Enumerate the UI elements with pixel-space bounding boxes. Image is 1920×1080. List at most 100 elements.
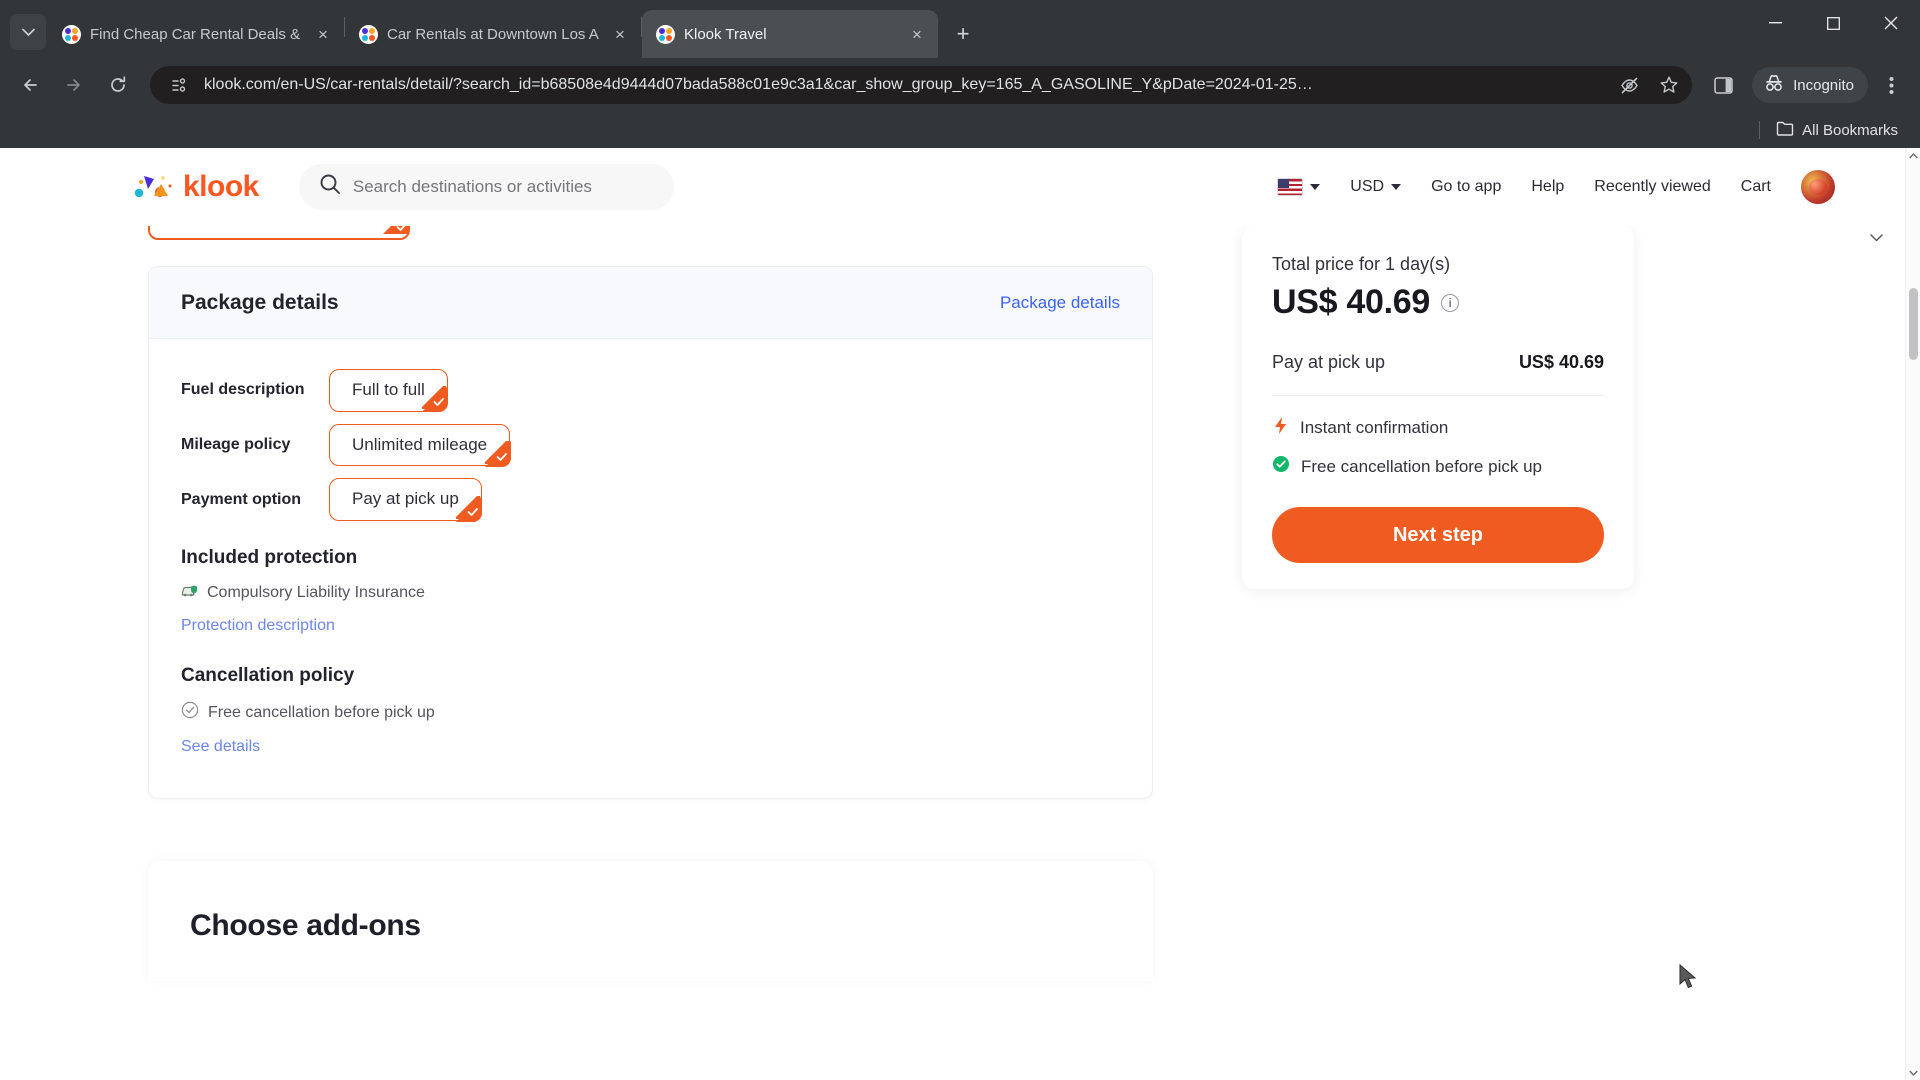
eye-slash-icon[interactable] bbox=[1614, 70, 1644, 100]
selected-check-corner-icon bbox=[456, 495, 483, 522]
cancellation-policy-text: Free cancellation before pick up bbox=[208, 703, 435, 721]
selected-check-corner-icon bbox=[383, 226, 409, 239]
klook-favicon bbox=[656, 24, 675, 44]
three-dot-menu-icon[interactable] bbox=[1872, 66, 1910, 104]
price-summary-card: Total price for 1 day(s) US$ 40.69 i Pay… bbox=[1242, 226, 1634, 589]
option-label: Mileage policy bbox=[181, 436, 291, 454]
tab-search-button[interactable] bbox=[10, 14, 46, 50]
search-input[interactable]: Search destinations or activities bbox=[298, 163, 674, 210]
clipped-option-card-above bbox=[148, 226, 1153, 244]
selected-check-corner-icon bbox=[422, 386, 449, 413]
left-column: Package details Package details Fuel des… bbox=[130, 226, 1190, 982]
incognito-indicator[interactable]: Incognito bbox=[1752, 67, 1868, 103]
option-row-mileage: Mileage policy Unlimited mileage bbox=[181, 423, 1120, 467]
star-icon[interactable] bbox=[1654, 70, 1684, 100]
klook-page: klook Search destinations or activities … bbox=[0, 148, 1905, 1080]
total-price-label: Total price for 1 day(s) bbox=[1272, 254, 1451, 274]
klook-favicon bbox=[359, 24, 378, 44]
option-label: Fuel description bbox=[181, 381, 305, 399]
included-protection-title: Included protection bbox=[181, 547, 358, 569]
total-price-amount: US$ 40.69 bbox=[1272, 283, 1430, 321]
package-details-title: Package details bbox=[181, 290, 339, 314]
benefit-free-cancellation: Free cancellation before pick up bbox=[1272, 455, 1604, 478]
benefit-instant-confirmation: Instant confirmation bbox=[1272, 416, 1604, 440]
bookmarks-bar: All Bookmarks bbox=[0, 112, 1920, 148]
cancellation-policy-item: Free cancellation before pick up bbox=[181, 701, 1120, 724]
option-row-payment: Payment option Pay at pick up bbox=[181, 478, 1120, 522]
folder-icon bbox=[1776, 121, 1794, 140]
close-window-icon[interactable] bbox=[1862, 0, 1920, 46]
nav-go-to-app[interactable]: Go to app bbox=[1431, 178, 1501, 196]
total-price-amount-row: US$ 40.69 i bbox=[1272, 283, 1604, 322]
nav-recently-viewed[interactable]: Recently viewed bbox=[1594, 178, 1711, 196]
tab-strip: Find Cheap Car Rental Deals & × Car Rent… bbox=[0, 0, 1920, 58]
klook-logo-text: klook bbox=[183, 169, 259, 203]
tab-title: Klook Travel bbox=[684, 25, 767, 43]
section-collapse-caret-icon[interactable] bbox=[1870, 230, 1883, 245]
pay-at-pickup-row: Pay at pick up US$ 40.69 bbox=[1272, 352, 1604, 373]
klook-logo[interactable]: klook bbox=[130, 170, 259, 204]
option-chip-mileage[interactable]: Unlimited mileage bbox=[329, 423, 511, 467]
close-icon[interactable]: × bbox=[312, 23, 334, 45]
close-icon[interactable]: × bbox=[609, 23, 631, 45]
check-circle-filled-icon bbox=[1272, 455, 1290, 478]
page-viewport: klook Search destinations or activities … bbox=[0, 148, 1920, 1080]
package-details-link[interactable]: Package details bbox=[1000, 293, 1120, 313]
scroll-up-arrow[interactable] bbox=[1906, 148, 1920, 163]
minimize-icon[interactable] bbox=[1746, 0, 1804, 46]
us-flag-icon bbox=[1277, 177, 1304, 196]
nav-help[interactable]: Help bbox=[1531, 178, 1564, 196]
browser-window: Find Cheap Car Rental Deals & × Car Rent… bbox=[0, 0, 1920, 1080]
reload-icon[interactable] bbox=[98, 65, 138, 105]
clipped-selected-chip[interactable] bbox=[148, 226, 410, 240]
incognito-hat-icon bbox=[1763, 74, 1785, 96]
browser-tab-active[interactable]: Klook Travel × bbox=[642, 10, 938, 58]
package-details-header: Package details Package details bbox=[149, 267, 1152, 339]
new-tab-button[interactable]: + bbox=[946, 17, 980, 51]
scrollbar-thumb[interactable] bbox=[1909, 288, 1918, 360]
all-bookmarks-button[interactable]: All Bookmarks bbox=[1770, 117, 1904, 144]
browser-tab[interactable]: Car Rentals at Downtown Los A × bbox=[345, 10, 641, 58]
package-details-body: Fuel description Full to full Mileage po… bbox=[149, 339, 1152, 798]
included-protection-item: Compulsory Liability Insurance bbox=[181, 583, 1120, 603]
option-chip-fuel[interactable]: Full to full bbox=[329, 369, 449, 413]
address-bar[interactable]: klook.com/en-US/car-rentals/detail/?sear… bbox=[150, 66, 1693, 104]
choose-addons-card: Choose add-ons bbox=[148, 861, 1153, 982]
search-icon bbox=[319, 173, 341, 200]
maximize-icon[interactable] bbox=[1804, 0, 1862, 46]
nav-cart[interactable]: Cart bbox=[1741, 178, 1771, 196]
avatar[interactable] bbox=[1801, 169, 1835, 204]
option-row-fuel: Fuel description Full to full bbox=[181, 369, 1120, 413]
browser-toolbar: klook.com/en-US/car-rentals/detail/?sear… bbox=[0, 58, 1920, 112]
forward-icon[interactable] bbox=[54, 65, 94, 105]
language-selector[interactable] bbox=[1277, 177, 1321, 196]
package-details-card: Package details Package details Fuel des… bbox=[148, 266, 1153, 800]
site-settings-icon[interactable] bbox=[164, 70, 194, 100]
included-protection-text: Compulsory Liability Insurance bbox=[207, 584, 425, 602]
info-icon[interactable]: i bbox=[1440, 293, 1459, 312]
browser-tab[interactable]: Find Cheap Car Rental Deals & × bbox=[48, 10, 344, 58]
all-bookmarks-label: All Bookmarks bbox=[1802, 121, 1898, 139]
tab-title: Find Cheap Car Rental Deals & bbox=[90, 25, 301, 43]
page-scrollbar[interactable] bbox=[1905, 148, 1920, 1080]
scroll-down-arrow[interactable] bbox=[1906, 1065, 1920, 1080]
pay-at-pickup-amount: US$ 40.69 bbox=[1518, 352, 1604, 372]
klook-favicon bbox=[62, 24, 81, 44]
see-details-link[interactable]: See details bbox=[181, 738, 260, 756]
option-chip-label: Unlimited mileage bbox=[352, 434, 488, 454]
tab-title: Car Rentals at Downtown Los A bbox=[387, 25, 599, 43]
back-icon[interactable] bbox=[10, 65, 50, 105]
bookmarks-divider bbox=[1759, 121, 1761, 139]
choose-addons-title: Choose add-ons bbox=[190, 909, 421, 943]
close-icon[interactable]: × bbox=[906, 23, 928, 45]
pay-at-pickup-label: Pay at pick up bbox=[1272, 352, 1386, 372]
currency-selector[interactable]: USD bbox=[1350, 177, 1402, 196]
next-step-button[interactable]: Next step bbox=[1272, 507, 1604, 563]
check-circle-outline-icon bbox=[181, 701, 199, 724]
protection-description-link[interactable]: Protection description bbox=[181, 617, 335, 635]
option-chip-label: Full to full bbox=[352, 380, 425, 399]
side-panel-icon[interactable] bbox=[1704, 66, 1742, 104]
currency-label: USD bbox=[1350, 177, 1385, 195]
option-chip-payment[interactable]: Pay at pick up bbox=[329, 478, 483, 522]
cancellation-policy-title: Cancellation policy bbox=[181, 665, 355, 687]
